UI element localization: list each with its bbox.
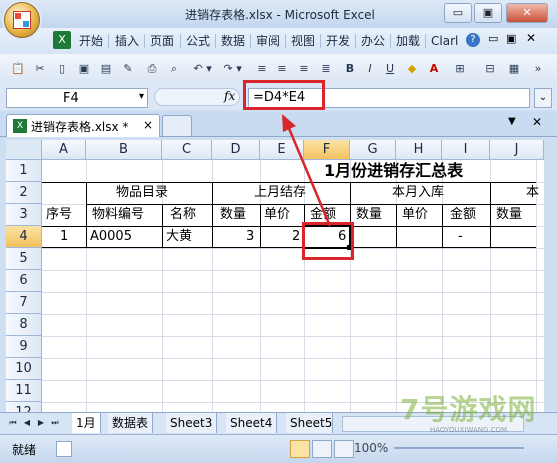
watermark-text: 7号游戏网: [400, 393, 537, 426]
arrow-line: [286, 125, 332, 227]
watermark-subtext: HAOYOUXIWANG.COM: [430, 426, 508, 434]
watermark: 7号游戏网 HAOYOUXIWANG.COM: [400, 386, 550, 446]
formula-highlight-box: [243, 80, 325, 110]
